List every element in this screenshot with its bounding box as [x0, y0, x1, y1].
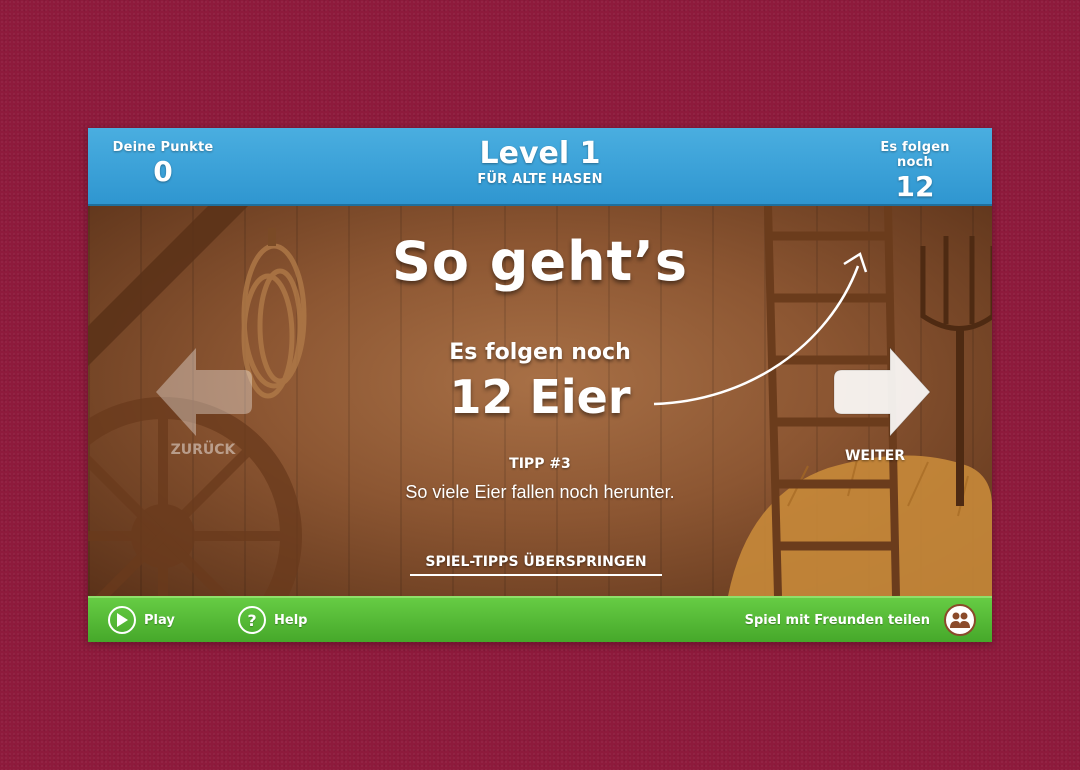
skip-tips-link[interactable]: SPIEL-TIPPS ÜBERSPRINGEN [410, 554, 662, 576]
bottom-bar: Play ? Help Spiel mit Freunden teilen [88, 596, 992, 642]
eggs-remaining-value: 12 Eier [449, 370, 631, 424]
next-tip-label: WEITER [844, 448, 906, 464]
hay-icon [728, 455, 992, 596]
friends-icon [944, 604, 976, 636]
game-frame: Deine Punkte 0 Level 1 FÜR ALTE HASEN Es… [88, 128, 992, 642]
help-label: Help [274, 612, 308, 628]
play-button[interactable]: Play [108, 604, 175, 636]
help-button[interactable]: ? Help [238, 604, 307, 636]
level-title: Level 1 [479, 136, 601, 171]
tip-text: So viele Eier fallen noch herunter. [405, 482, 675, 502]
tutorial-title: So geht’s [392, 230, 688, 293]
level-display: Level 1 FÜR ALTE HASEN [428, 136, 652, 187]
top-bar: Deine Punkte 0 Level 1 FÜR ALTE HASEN Es… [88, 128, 992, 237]
help-icon: ? [238, 606, 266, 634]
arrow-left-icon [156, 348, 252, 436]
score-label: Deine Punkte [112, 140, 214, 155]
score-display: Deine Punkte 0 [108, 140, 218, 189]
share-label: Spiel mit Freunden teilen [744, 612, 930, 628]
previous-tip-button[interactable]: ZURÜCK [148, 342, 258, 462]
level-subtitle: FÜR ALTE HASEN [477, 172, 603, 187]
play-label: Play [144, 612, 175, 628]
score-value: 0 [153, 155, 173, 188]
share-with-friends-button[interactable]: Spiel mit Freunden teilen [745, 604, 976, 636]
previous-tip-label: ZURÜCK [170, 442, 236, 458]
play-icon [108, 606, 136, 634]
next-tip-button[interactable]: WEITER [828, 342, 938, 472]
tip-number: TIPP #3 [509, 456, 571, 472]
remaining-label: Es folgen noch [880, 140, 950, 170]
arrow-right-icon [833, 346, 931, 438]
eggs-remaining-label: Es folgen noch [449, 340, 631, 365]
